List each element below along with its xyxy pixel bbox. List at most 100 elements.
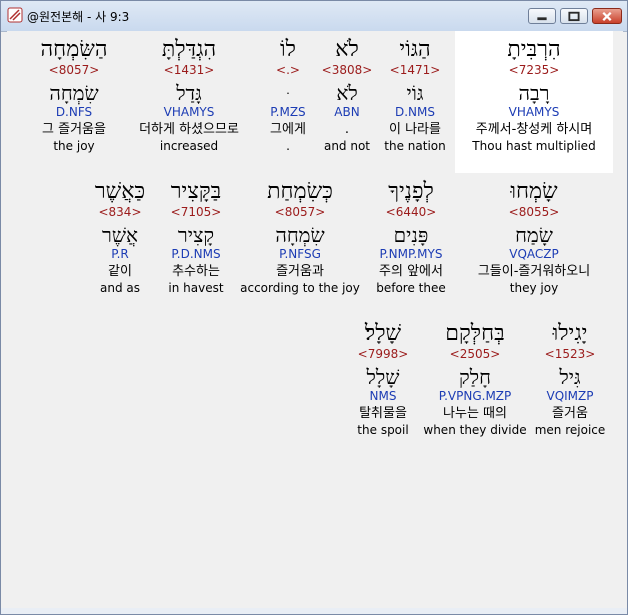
korean-gloss: 더하게 하셨으므로 xyxy=(139,122,239,137)
app-icon xyxy=(7,7,23,23)
word-r1-1[interactable]: הִרְבִּיתָ <7235> רָבָה VHAMYS 주께서-창성케 하… xyxy=(472,37,595,153)
strong-number[interactable]: <3808> xyxy=(322,63,373,79)
word-r1-4[interactable]: לוֹ <.> ּ P.MZS 그에게 . xyxy=(270,37,306,153)
hebrew-lemma: גִּיל xyxy=(559,365,581,389)
hebrew-word: יָגִילוּ xyxy=(552,321,588,346)
word-r2-2[interactable]: לְפָנֶיךָ <6440> פָּנִים P.NMP.MYS 주의 앞에… xyxy=(376,179,446,295)
strong-number[interactable]: <834> xyxy=(95,205,145,221)
morphology-code: VQIMZP xyxy=(546,389,594,403)
strong-number[interactable]: <6440> xyxy=(376,205,446,221)
hebrew-lemma: גּוֹי xyxy=(406,81,424,105)
hebrew-lemma: אֲשֶׁר xyxy=(102,223,138,247)
word-r1-6[interactable]: הַשִּׂמְחָה <8057> שִׂמְחָה D.NFS 그 즐거움을… xyxy=(41,37,108,153)
maximize-button[interactable] xyxy=(560,8,588,24)
korean-gloss: 그 즐거움을 xyxy=(42,122,106,137)
status-bar xyxy=(1,608,627,614)
korean-gloss: 이 나라를 xyxy=(389,122,441,137)
strong-number[interactable]: <8057> xyxy=(41,63,108,79)
korean-gloss: 같이 xyxy=(108,264,132,279)
english-gloss: and as xyxy=(100,281,140,295)
strong-number[interactable]: <7235> xyxy=(472,63,595,79)
title-bar[interactable]: @원전본해 - 사 9:3 xyxy=(1,1,627,32)
morphology-code: D.NFS xyxy=(55,105,93,119)
close-icon xyxy=(602,11,612,21)
hebrew-word: שָׁלָל׃ xyxy=(364,321,402,346)
english-gloss: and not xyxy=(323,139,371,153)
word-r2-4[interactable]: בַּקָּצִיר <7105> קָצִיר P.D.NMS 추수하는 in… xyxy=(168,179,223,295)
english-gloss: the spoil xyxy=(357,423,409,437)
hebrew-word: כַּאֲשֶׁר xyxy=(94,179,146,204)
morphology-code: VHAMYS xyxy=(508,105,560,119)
english-gloss: the joy xyxy=(53,139,95,153)
strong-number[interactable]: <1523> xyxy=(535,347,606,363)
hebrew-word: לוֹ xyxy=(280,37,296,62)
morphology-code: D.NMS xyxy=(394,105,436,119)
strong-number[interactable]: <1471> xyxy=(384,63,445,79)
hebrew-lemma: שִׂמְחָה xyxy=(275,223,325,247)
korean-gloss: 추수하는 xyxy=(172,264,220,279)
korean-gloss: 즐거움과 xyxy=(276,264,324,279)
hebrew-word: כְּשִׂמְחַת xyxy=(267,179,333,204)
hebrew-lemma: גָּדַל xyxy=(176,81,202,105)
word-r2-3[interactable]: כְּשִׂמְחַת <8057> שִׂמְחָה P.NFSG 즐거움과 … xyxy=(240,179,360,295)
strong-number[interactable]: <8055> xyxy=(478,205,590,221)
korean-gloss: 탈취물을 xyxy=(359,406,407,421)
maximize-icon xyxy=(568,11,580,22)
hebrew-lemma: שָׁלָל xyxy=(366,365,400,389)
english-gloss: increased xyxy=(159,139,219,153)
korean-gloss: 즐거움 xyxy=(552,406,588,421)
hebrew-lemma: פָּנִים xyxy=(393,223,429,247)
hebrew-word: הִרְבִּיתָ xyxy=(507,37,561,62)
word-r1-3[interactable]: לֹא <3808> לֹא ABN . and not xyxy=(322,37,373,153)
morphology-code: P.NFSG xyxy=(279,247,321,261)
korean-gloss: . xyxy=(344,122,350,137)
morphology-code: NMS xyxy=(369,389,397,403)
minimize-button[interactable] xyxy=(528,8,556,24)
english-gloss: according to the joy xyxy=(240,281,360,295)
english-gloss: Thou hast multiplied xyxy=(472,139,596,153)
word-r3-3[interactable]: שָׁלָל׃ <7998> שָׁלָל NMS 탈취물을 the spoil xyxy=(357,321,408,437)
korean-gloss: 그에게 xyxy=(270,122,306,137)
hebrew-word: הַגּוֹי xyxy=(399,37,431,62)
word-r3-1[interactable]: יָגִילוּ <1523> גִּיל VQIMZP 즐거움 men rej… xyxy=(535,321,606,437)
hebrew-lemma: רָבָה xyxy=(518,81,550,105)
app-window: @원전본해 - 사 9:3 הִרְבִּיתָ <7235> רָבָה VH… xyxy=(0,0,628,615)
strong-number[interactable]: <7105> xyxy=(168,205,223,221)
korean-gloss: 나누는 때의 xyxy=(443,406,507,421)
morphology-code: P.NMP.MYS xyxy=(379,247,443,261)
word-r1-5[interactable]: הִגְדַּלְתָּ <1431> גָּדַל VHAMYS 더하게 하셨… xyxy=(139,37,239,153)
strong-number[interactable]: <8057> xyxy=(240,205,360,221)
hebrew-lemma: שָׂמַח xyxy=(515,223,553,247)
close-button[interactable] xyxy=(592,8,622,24)
hebrew-word: הִגְדַּלְתָּ xyxy=(161,37,217,62)
korean-gloss: 주의 앞에서 xyxy=(379,264,443,279)
morphology-code: P.D.NMS xyxy=(171,247,221,261)
strong-number[interactable]: <1431> xyxy=(139,63,239,79)
strong-number[interactable]: <7998> xyxy=(357,347,409,363)
morphology-code: ABN xyxy=(334,105,360,119)
hebrew-lemma: שִׂמְחָה xyxy=(49,81,99,105)
window-title: @원전본해 - 사 9:3 xyxy=(27,10,130,24)
english-gloss: they joy xyxy=(509,281,559,295)
morphology-code: P.MZS xyxy=(270,105,306,119)
word-r3-2[interactable]: בְּחַלְּקָם <2505> חָלַק P.VPNG.MZP 나누는 … xyxy=(423,321,526,437)
morphology-code: VQACZP xyxy=(509,247,559,261)
hebrew-lemma: לֹא xyxy=(336,81,358,105)
hebrew-word: בַּקָּצִיר xyxy=(170,179,222,204)
hebrew-word: בְּחַלְּקָם xyxy=(445,321,505,346)
hebrew-word: לְפָנֶיךָ xyxy=(388,179,434,204)
strong-number[interactable]: <2505> xyxy=(423,347,526,363)
english-gloss: when they divide xyxy=(423,423,527,437)
english-gloss: men rejoice xyxy=(534,423,606,437)
hebrew-word: שָׂמְחוּ xyxy=(510,179,558,204)
hebrew-lemma: ּ xyxy=(270,81,306,105)
strong-number[interactable]: <.> xyxy=(270,63,306,79)
morphology-code: VHAMYS xyxy=(163,105,215,119)
korean-gloss: 그들이-즐거워하오니 xyxy=(477,264,591,279)
english-gloss: in havest xyxy=(168,281,224,295)
word-r1-2[interactable]: הַגּוֹי <1471> גּוֹי D.NMS 이 나라를 the nat… xyxy=(384,37,445,153)
word-r2-5[interactable]: כַּאֲשֶׁר <834> אֲשֶׁר P.R 같이 and as xyxy=(95,179,145,295)
hebrew-word: הַשִּׂמְחָה xyxy=(40,37,108,62)
english-gloss: the nation xyxy=(384,139,446,153)
word-r2-1[interactable]: שָׂמְחוּ <8055> שָׂמַח VQACZP 그들이-즐거워하오니… xyxy=(478,179,590,295)
